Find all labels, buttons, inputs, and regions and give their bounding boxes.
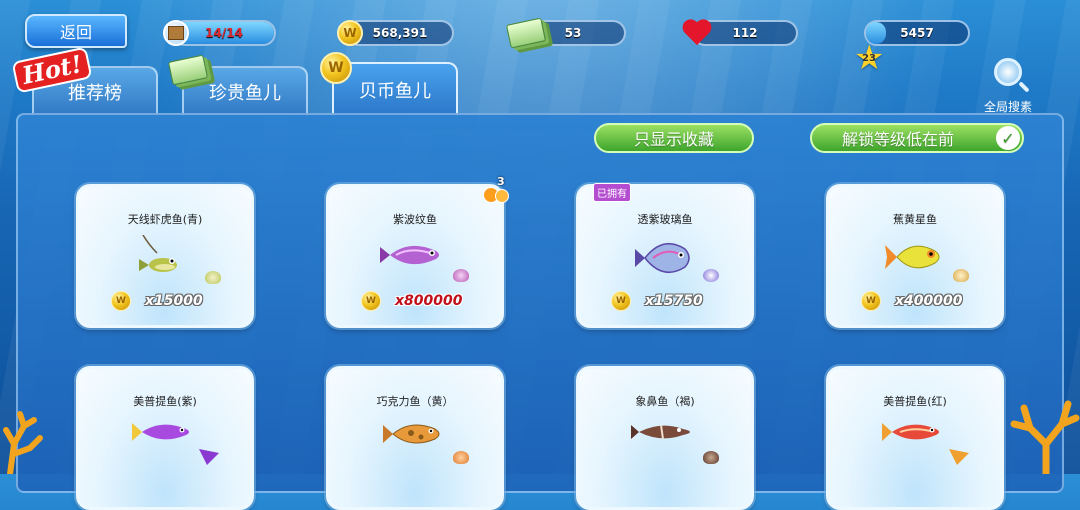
fish-price: x15000	[145, 293, 203, 309]
energy-value: 14/14	[205, 26, 243, 40]
heart-icon	[682, 20, 712, 48]
price-row: W x15000	[111, 291, 231, 311]
xp-value: 5457	[900, 26, 934, 40]
price-row: W x15750	[611, 291, 731, 311]
fish-name: 蕉黄星鱼	[893, 213, 937, 226]
level-badge: 23	[862, 53, 876, 64]
tab-label: 珍贵鱼儿	[209, 83, 281, 104]
fish-image	[380, 245, 439, 265]
fish-card[interactable]: 美普提鱼(紫)	[76, 366, 254, 510]
sort-label: 解锁等级低在前	[842, 130, 955, 149]
global-search-button[interactable]: 全局搜素	[978, 58, 1038, 115]
show-favorites-button[interactable]: 只显示收藏	[594, 123, 754, 153]
hearts-value: 112	[732, 26, 758, 40]
fish-image	[885, 245, 940, 269]
fish-card[interactable]: 已拥有 透紫玻璃鱼 W x15750	[576, 183, 754, 328]
cone-shell-icon	[199, 449, 219, 465]
shell-icon	[953, 269, 969, 282]
fish-name: 透紫玻璃鱼	[637, 213, 693, 226]
back-button[interactable]: 返回	[25, 14, 127, 48]
fish-card[interactable]: 蕉黄星鱼 W x400000	[826, 184, 1004, 328]
fish-name: 美普提鱼(红)	[883, 395, 947, 408]
cone-shell-icon	[949, 449, 969, 465]
coin-icon: W	[111, 291, 131, 311]
magnifier-icon	[994, 58, 1022, 86]
fish-name: 美普提鱼(紫)	[133, 395, 197, 408]
fish-card[interactable]: 巧克力鱼（黄）	[326, 366, 504, 510]
price-row: W x800000	[361, 291, 481, 311]
coin-icon: W	[361, 291, 381, 311]
coin-icon: W	[861, 291, 881, 311]
bundle-badge: 3	[483, 175, 513, 203]
fish-image	[631, 424, 690, 440]
fish-image	[139, 235, 177, 272]
shell-icon	[205, 271, 221, 284]
fish-image	[635, 242, 690, 274]
crate-icon	[163, 20, 189, 46]
coin-icon: W	[337, 20, 363, 46]
fish-name: 巧克力鱼（黄）	[376, 395, 454, 408]
coin-icon: W	[320, 52, 352, 84]
owned-badge: 已拥有	[593, 183, 631, 202]
sort-unlock-level-toggle[interactable]: 解锁等级低在前 ✓	[810, 123, 1024, 153]
fish-price: x800000	[395, 293, 463, 309]
tab-label: 贝币鱼儿	[359, 81, 431, 102]
fish-price: x15750	[645, 293, 703, 309]
fish-card[interactable]: 紫波纹鱼 3 W x800000	[326, 175, 509, 328]
fish-card[interactable]: 天线虾虎鱼(青) W x15000	[76, 184, 254, 328]
tab-label: 推荐榜	[68, 83, 122, 104]
fish-name: 象鼻鱼（褐)	[635, 395, 695, 408]
coin-icon: W	[611, 291, 631, 311]
price-row: W x400000	[861, 291, 981, 311]
star-icon: ★ 23	[854, 38, 885, 78]
coins-value: 568,391	[372, 26, 428, 40]
shell-icon	[453, 269, 469, 282]
fish-image	[882, 423, 939, 441]
pearl-icon	[703, 269, 719, 282]
fish-image	[383, 424, 440, 444]
fish-name: 天线虾虎鱼(青)	[127, 213, 203, 226]
fish-name: 紫波纹鱼	[393, 213, 437, 226]
checkmark-icon: ✓	[996, 126, 1020, 150]
favorites-label: 只显示收藏	[633, 130, 714, 149]
fish-price: x400000	[895, 293, 963, 309]
fish-card[interactable]: 美普提鱼(红)	[826, 366, 1004, 510]
shell-icon	[453, 451, 469, 464]
fish-image	[132, 423, 189, 441]
shell-icon	[703, 451, 719, 464]
fish-card[interactable]: 象鼻鱼（褐)	[576, 366, 754, 510]
cash-value: 53	[564, 26, 582, 40]
bundle-count: 3	[497, 175, 505, 188]
